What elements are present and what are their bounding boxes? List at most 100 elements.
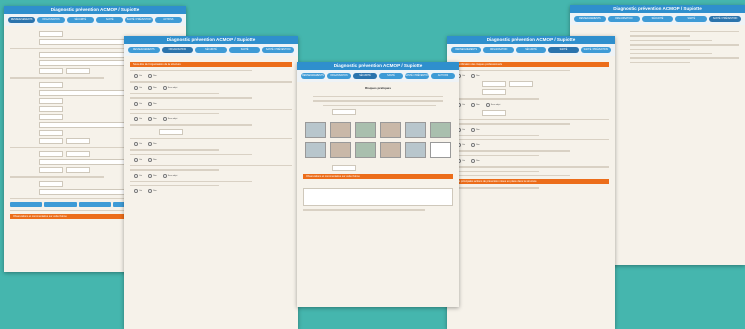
radio-no[interactable]: Non <box>148 142 157 147</box>
radio-no[interactable]: Non <box>148 117 157 122</box>
radio-icon <box>471 127 476 132</box>
tab-renseignements[interactable]: RENSEIGNEMENTS <box>574 16 606 22</box>
tab-securite[interactable]: SÉCURITÉ <box>641 16 674 22</box>
radio-label: Oui <box>139 118 143 121</box>
tab-renseignements[interactable]: RENSEIGNEMENTS <box>451 47 482 53</box>
tab-sante-prevention[interactable]: SANTÉ / PRÉVENTION <box>580 47 612 53</box>
question-text <box>130 124 252 126</box>
text-field[interactable] <box>39 97 63 104</box>
text-field[interactable] <box>39 167 63 174</box>
text-field[interactable] <box>482 81 506 88</box>
text-field[interactable] <box>39 31 63 37</box>
tab-actions[interactable]: ACTIONS <box>431 73 455 79</box>
tab-sante[interactable]: SANTÉ <box>548 47 579 53</box>
text-field[interactable] <box>509 81 533 88</box>
tab-sante[interactable]: SANTÉ <box>675 16 708 22</box>
text-field[interactable] <box>66 68 90 75</box>
tab-organisation[interactable]: ORGANISATION <box>37 17 65 23</box>
tab-sante-prevention[interactable]: SANTÉ / PRÉVENTION <box>262 47 294 53</box>
risk-photo[interactable] <box>355 122 376 139</box>
question-text <box>630 31 739 33</box>
text-field[interactable] <box>66 137 90 144</box>
tab-securite[interactable]: SÉCURITÉ <box>353 73 377 79</box>
risk-photo[interactable] <box>430 142 451 159</box>
risk-photo[interactable] <box>330 122 351 139</box>
radio-yes[interactable]: Oui <box>134 157 142 162</box>
tab-sante[interactable]: SANTÉ <box>379 73 403 79</box>
section-header: Identification des risques professionnel… <box>453 62 609 67</box>
tab-securite[interactable]: SÉCURITÉ <box>195 47 227 53</box>
tab-renseignements[interactable]: RENSEIGNEMENTS <box>8 17 36 23</box>
radio-icon <box>148 101 153 106</box>
tab-organisation[interactable]: ORGANISATION <box>161 47 194 53</box>
risk-photo[interactable] <box>405 122 426 139</box>
radio-yes[interactable]: Oui <box>134 189 142 194</box>
radio-no[interactable]: Non <box>148 101 157 106</box>
tab-sante-prevention[interactable]: SANTÉ / PRÉVENTION <box>405 73 429 79</box>
radio-na[interactable]: Sans objet <box>162 85 177 90</box>
risk-photo[interactable] <box>305 122 326 139</box>
text-field[interactable] <box>39 151 63 158</box>
text-field[interactable] <box>39 129 63 136</box>
radio-no[interactable]: Non <box>471 102 480 107</box>
radio-group: Oui Non <box>134 157 292 162</box>
radio-yes[interactable]: Oui <box>134 101 142 106</box>
select-field[interactable] <box>159 128 183 135</box>
tab-renseignements[interactable]: RENSEIGNEMENTS <box>128 47 160 53</box>
text-field[interactable] <box>39 137 63 144</box>
text-field[interactable] <box>39 180 63 187</box>
question-text <box>453 187 539 189</box>
radio-na[interactable]: Sans objet <box>162 173 177 178</box>
radio-na[interactable]: Sans objet <box>162 117 177 122</box>
radio-no[interactable]: Non <box>148 157 157 162</box>
comments-textarea[interactable] <box>303 188 453 207</box>
radio-yes[interactable]: Oui <box>134 142 142 147</box>
radio-no[interactable]: Non <box>148 173 157 178</box>
question-text <box>130 70 252 72</box>
radio-icon <box>148 173 153 178</box>
risk-photo[interactable] <box>405 142 426 159</box>
tab-securite[interactable]: SÉCURITÉ <box>66 17 94 23</box>
tab-renseignements[interactable]: RENSEIGNEMENTS <box>301 73 325 79</box>
tab-sante[interactable]: SANTÉ <box>95 17 124 23</box>
select-field[interactable] <box>332 165 356 172</box>
tab-organisation[interactable]: ORGANISATION <box>607 16 640 22</box>
tab-sante-prevention[interactable]: SANTÉ / PRÉVENTION <box>709 16 741 22</box>
select-field[interactable] <box>332 109 356 116</box>
risk-photo[interactable] <box>355 142 376 159</box>
radio-no[interactable]: Non <box>148 85 157 90</box>
text-field[interactable] <box>66 151 90 158</box>
text-field[interactable] <box>66 167 90 174</box>
tab-actions[interactable]: ACTIONS <box>154 17 182 23</box>
risk-photo[interactable] <box>305 142 326 159</box>
radio-no[interactable]: Non <box>148 189 157 194</box>
text-field[interactable] <box>39 81 63 88</box>
radio-no[interactable]: Non <box>148 74 157 79</box>
radio-yes[interactable]: Oui <box>134 85 142 90</box>
tab-sante-prevention[interactable]: SANTÉ / PRÉVENTION <box>125 17 153 23</box>
select-field[interactable] <box>39 113 63 120</box>
risk-photo[interactable] <box>330 142 351 159</box>
radio-no[interactable]: Non <box>471 127 480 132</box>
radio-no[interactable]: Non <box>471 159 480 164</box>
text-field[interactable] <box>39 105 63 112</box>
radio-yes[interactable]: Oui <box>134 173 142 178</box>
radio-yes[interactable]: Oui <box>134 74 142 79</box>
category-button[interactable] <box>44 201 77 207</box>
risk-photo[interactable] <box>430 122 451 139</box>
tab-securite[interactable]: SÉCURITÉ <box>515 47 547 53</box>
text-field[interactable] <box>39 68 63 75</box>
category-button[interactable] <box>78 201 112 207</box>
tab-sante[interactable]: SANTÉ <box>228 47 261 53</box>
risk-photo[interactable] <box>380 122 401 139</box>
radio-na[interactable]: Sans objet <box>485 102 500 107</box>
tab-organisation[interactable]: ORGANISATION <box>327 73 351 79</box>
risk-photo[interactable] <box>380 142 401 159</box>
radio-yes[interactable]: Oui <box>134 117 143 122</box>
radio-no[interactable]: Non <box>471 74 480 79</box>
select-field[interactable] <box>482 109 506 116</box>
category-button[interactable] <box>10 201 43 207</box>
text-field[interactable] <box>482 89 506 96</box>
tab-organisation[interactable]: ORGANISATION <box>483 47 514 53</box>
radio-no[interactable]: Non <box>471 143 480 148</box>
